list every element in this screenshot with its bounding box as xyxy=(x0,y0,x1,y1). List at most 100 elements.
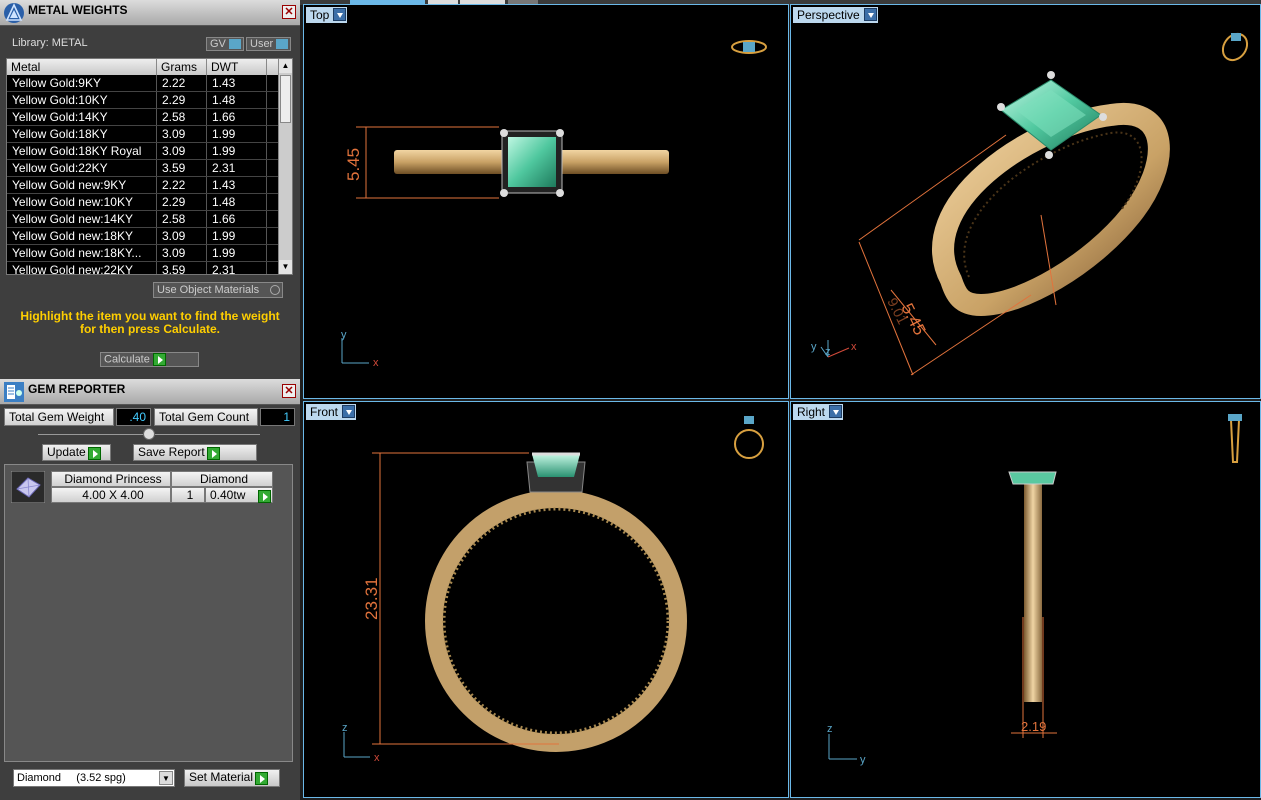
left-panel: METAL WEIGHTS ✕ Library: METAL GV User M… xyxy=(0,0,300,800)
viewport-top[interactable]: Top 5.45 y x xyxy=(303,4,789,399)
dimension-top-value: 5.45 xyxy=(344,148,363,181)
metal-cell: Yellow Gold:18KY Royal xyxy=(7,143,157,159)
perspective-view-cube-icon[interactable] xyxy=(1218,29,1252,65)
table-row[interactable]: Yellow Gold:14KY 2.58 1.66 xyxy=(7,109,292,126)
user-label: User xyxy=(250,38,274,50)
gem-size: 4.00 X 4.00 xyxy=(51,487,171,503)
table-row[interactable]: Yellow Gold:22KY 3.59 2.31 xyxy=(7,160,292,177)
dwt-cell: 1.66 xyxy=(207,211,267,227)
table-row[interactable]: Yellow Gold:10KY 2.29 1.48 xyxy=(7,92,292,109)
dimension-right-value: 2.19 xyxy=(1021,719,1046,734)
metal-weights-panel: METAL WEIGHTS ✕ Library: METAL GV User M… xyxy=(0,0,300,378)
splitter-handle-icon[interactable] xyxy=(143,428,155,440)
grams-cell: 2.29 xyxy=(157,194,207,210)
material-select[interactable]: Diamond (3.52 spg) ▼ xyxy=(13,769,175,787)
scroll-up-icon[interactable]: ▲ xyxy=(279,59,292,73)
viewport-right-canvas: 2.19 z y xyxy=(827,414,1242,766)
dwt-cell: 1.43 xyxy=(207,75,267,91)
viewport-top-canvas: 5.45 y x xyxy=(341,40,767,369)
metal-table: Metal Grams DWT Yellow Gold:9KY 2.22 1.43 Y… xyxy=(6,58,293,275)
viewport-front-canvas: 23.31 z x xyxy=(342,416,764,764)
instruction-text: Highlight the item you want to find the … xyxy=(0,310,300,336)
gem-list-item[interactable]: Diamond Princess Diamond 4.00 X 4.00 1 0… xyxy=(9,469,287,505)
table-row[interactable]: Yellow Gold new:22KY 3.59 2.31 xyxy=(7,262,292,274)
update-play-icon xyxy=(88,447,102,461)
set-material-button[interactable]: Set Material xyxy=(184,769,280,787)
table-row[interactable]: Yellow Gold new:14KY 2.58 1.66 xyxy=(7,211,292,228)
gem-front xyxy=(532,454,580,477)
use-object-materials-toggle[interactable]: Use Object Materials xyxy=(153,282,283,298)
use-object-materials-label: Use Object Materials xyxy=(157,284,260,296)
dwt-cell: 1.99 xyxy=(207,143,267,159)
dwt-cell: 1.99 xyxy=(207,245,267,261)
dimension-perspective xyxy=(858,134,1057,376)
library-label: Library: METAL xyxy=(12,37,88,49)
dwt-cell: 1.66 xyxy=(207,109,267,125)
gem-material: Diamond xyxy=(171,471,273,487)
viewport-right[interactable]: Right 2.19 z y xyxy=(790,401,1261,798)
total-gem-weight-value: .40 xyxy=(116,408,151,426)
grams-cell: 3.09 xyxy=(157,143,207,159)
column-header-grams[interactable]: Grams xyxy=(157,59,207,75)
right-view-cube-icon[interactable] xyxy=(1228,414,1242,463)
axis-y-label-right: y xyxy=(860,754,866,766)
column-header-metal[interactable]: Metal xyxy=(7,59,157,75)
toggle-circle-icon xyxy=(270,285,280,295)
table-row[interactable]: Yellow Gold new:10KY 2.29 1.48 xyxy=(7,194,292,211)
viewport-front[interactable]: Front 23.31 z x xyxy=(303,401,789,798)
axis-indicator-perspective: y z x xyxy=(811,340,857,358)
calculate-label: Calculate xyxy=(104,353,150,366)
gv-toggle[interactable]: GV xyxy=(206,37,244,51)
dwt-cell: 1.48 xyxy=(207,92,267,108)
table-row[interactable]: Yellow Gold new:9KY 2.22 1.43 xyxy=(7,177,292,194)
gem-reporter-icon xyxy=(4,382,24,402)
metal-weights-titlebar: METAL WEIGHTS ✕ xyxy=(0,0,300,26)
set-material-label: Set Material xyxy=(189,770,254,784)
metal-weights-title: METAL WEIGHTS xyxy=(28,3,128,17)
table-row[interactable]: Yellow Gold new:18KY... 3.09 1.99 xyxy=(7,245,292,262)
gv-label: GV xyxy=(210,38,226,50)
scroll-down-icon[interactable]: ▼ xyxy=(279,260,292,274)
grams-cell: 2.29 xyxy=(157,92,207,108)
grams-cell: 3.09 xyxy=(157,228,207,244)
gem-detail-play-icon[interactable] xyxy=(258,490,271,504)
metal-cell: Yellow Gold:9KY xyxy=(7,75,157,91)
dropdown-arrow-icon: ▼ xyxy=(159,771,173,785)
grams-cell: 2.22 xyxy=(157,75,207,91)
axis-a-label: y xyxy=(811,341,817,353)
column-header-dwt[interactable]: DWT xyxy=(207,59,267,75)
axis-x-label-front: x xyxy=(374,752,380,764)
gem-top xyxy=(508,137,556,187)
metal-cell: Yellow Gold:18KY xyxy=(7,126,157,142)
gem-count: 1 xyxy=(171,487,205,503)
table-row[interactable]: Yellow Gold:18KY 3.09 1.99 xyxy=(7,126,292,143)
front-view-cube-icon[interactable] xyxy=(734,416,764,459)
user-toggle[interactable]: User xyxy=(246,37,291,51)
metal-weights-close-button[interactable]: ✕ xyxy=(282,5,296,19)
dwt-cell: 1.99 xyxy=(207,228,267,244)
top-view-cube-icon[interactable] xyxy=(731,40,767,54)
calculate-button[interactable]: Calculate xyxy=(100,352,199,367)
metal-table-scrollbar[interactable]: ▲ ▼ xyxy=(278,59,292,274)
viewport-perspective[interactable]: Perspective 5.45 9.01 y z x xyxy=(790,4,1261,399)
grams-cell: 2.58 xyxy=(157,211,207,227)
table-row[interactable]: Yellow Gold new:18KY 3.09 1.99 xyxy=(7,228,292,245)
metal-logo-icon xyxy=(4,3,24,23)
metal-cell: Yellow Gold:22KY xyxy=(7,160,157,176)
grams-cell: 3.09 xyxy=(157,126,207,142)
gem-reporter-close-button[interactable]: ✕ xyxy=(282,384,296,398)
axis-indicator-top: y x xyxy=(341,329,379,369)
ring-band-right xyxy=(1024,484,1042,702)
save-report-play-icon xyxy=(207,447,221,461)
update-label: Update xyxy=(47,445,86,459)
scroll-thumb[interactable] xyxy=(280,75,291,123)
axis-y-label: y xyxy=(341,329,347,341)
save-report-button[interactable]: Save Report xyxy=(133,444,257,461)
total-gem-count-label: Total Gem Count xyxy=(154,408,258,426)
dimension-front-value: 23.31 xyxy=(362,577,381,620)
table-row[interactable]: Yellow Gold:18KY Royal 3.09 1.99 xyxy=(7,143,292,160)
update-button[interactable]: Update xyxy=(42,444,111,461)
user-toggle-indicator xyxy=(276,39,288,49)
axis-x-label: x xyxy=(373,357,379,369)
table-row[interactable]: Yellow Gold:9KY 2.22 1.43 xyxy=(7,75,292,92)
